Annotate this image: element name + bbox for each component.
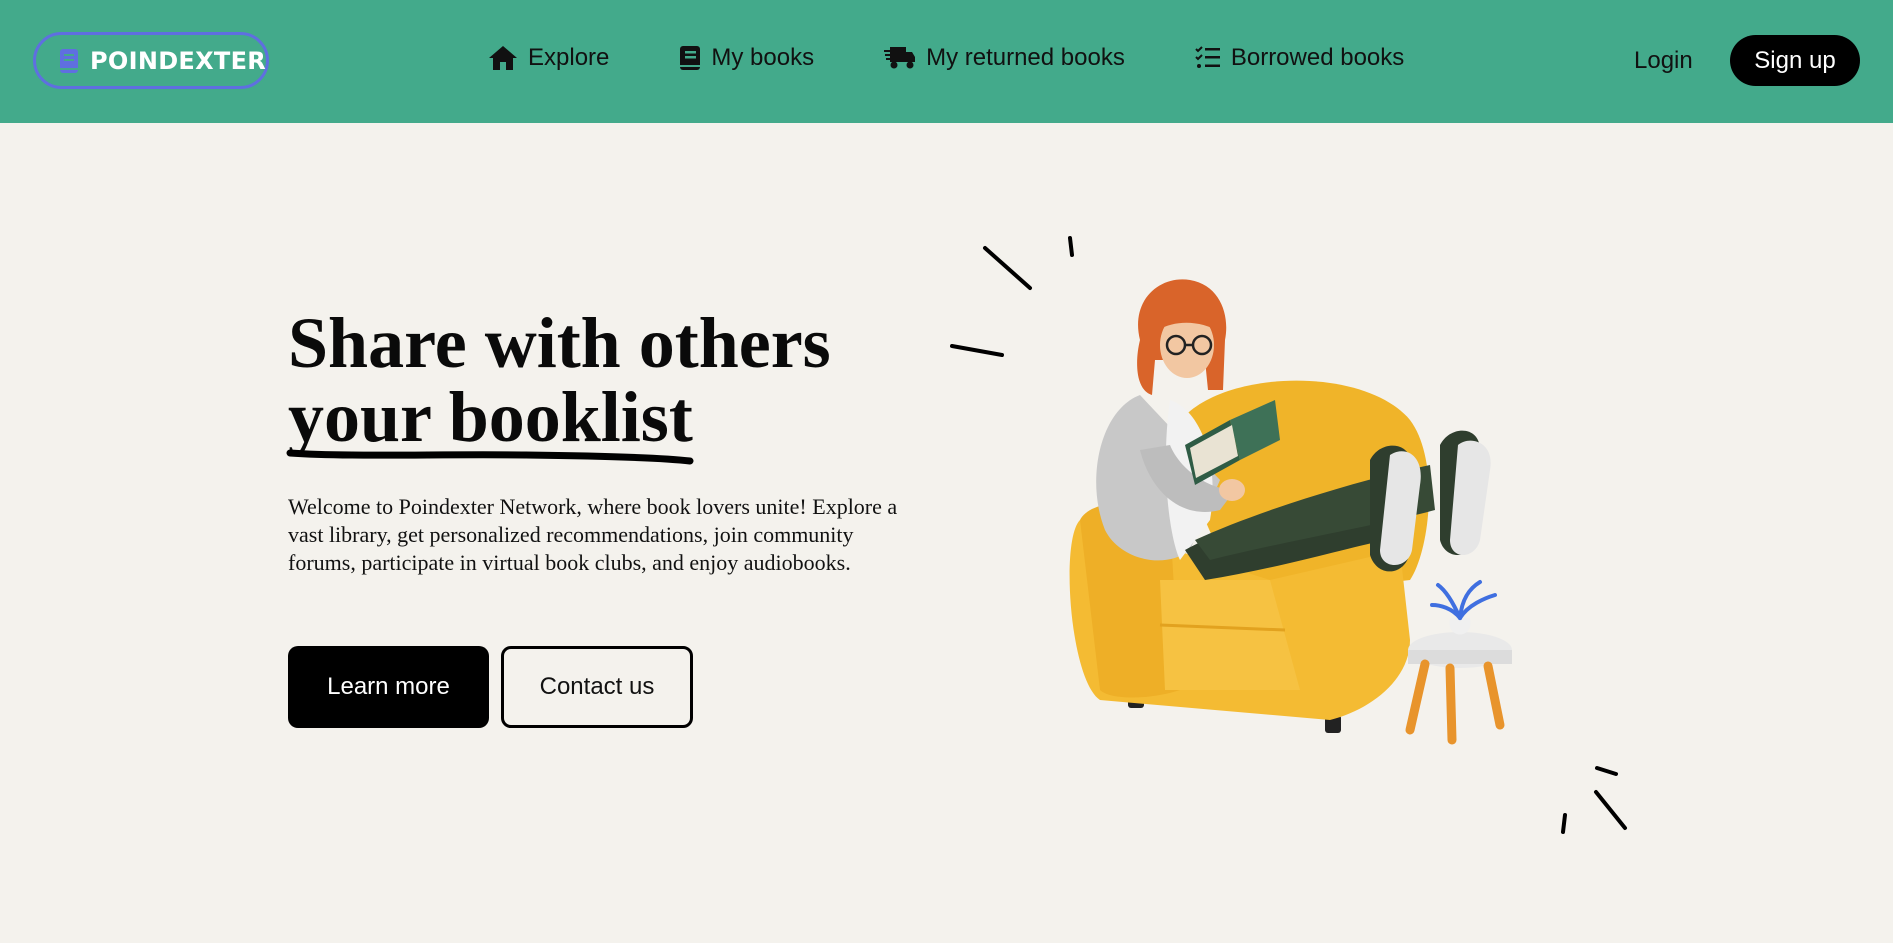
title-underline-stroke [286,449,694,465]
nav-borrowed-books[interactable]: Borrowed books [1195,44,1404,72]
brand-logo-button[interactable]: POINDEXTER [33,32,269,89]
nav-my-books-label: My books [711,44,815,71]
book-icon [679,45,701,71]
reading-illustration [950,236,1627,834]
checklist-icon [1195,45,1221,71]
hero-title-line1: Share with others [288,303,831,383]
navbar: POINDEXTER Explore My books My returned … [0,0,1893,123]
hero-description: Welcome to Poindexter Network, where boo… [288,494,898,575]
nav-explore[interactable]: Explore [488,44,609,72]
signup-button[interactable]: Sign up [1730,35,1860,86]
nav-my-books[interactable]: My books [679,44,814,72]
brand-name: POINDEXTER [90,46,267,75]
book-icon [60,48,78,73]
learn-more-button[interactable]: Learn more [288,646,489,728]
main-nav: Explore My books My returned books Borro… [488,44,1404,72]
home-icon [488,45,518,71]
hero-title: Share with others your booklist [288,306,831,454]
nav-borrowed-books-label: Borrowed books [1230,44,1405,71]
contact-us-button[interactable]: Contact us [501,646,693,728]
nav-explore-label: Explore [528,44,610,71]
login-link[interactable]: Login [1634,47,1693,75]
nav-my-returned-books[interactable]: My returned books [884,44,1125,72]
nav-my-returned-books-label: My returned books [926,44,1125,71]
truck-icon [884,45,916,71]
